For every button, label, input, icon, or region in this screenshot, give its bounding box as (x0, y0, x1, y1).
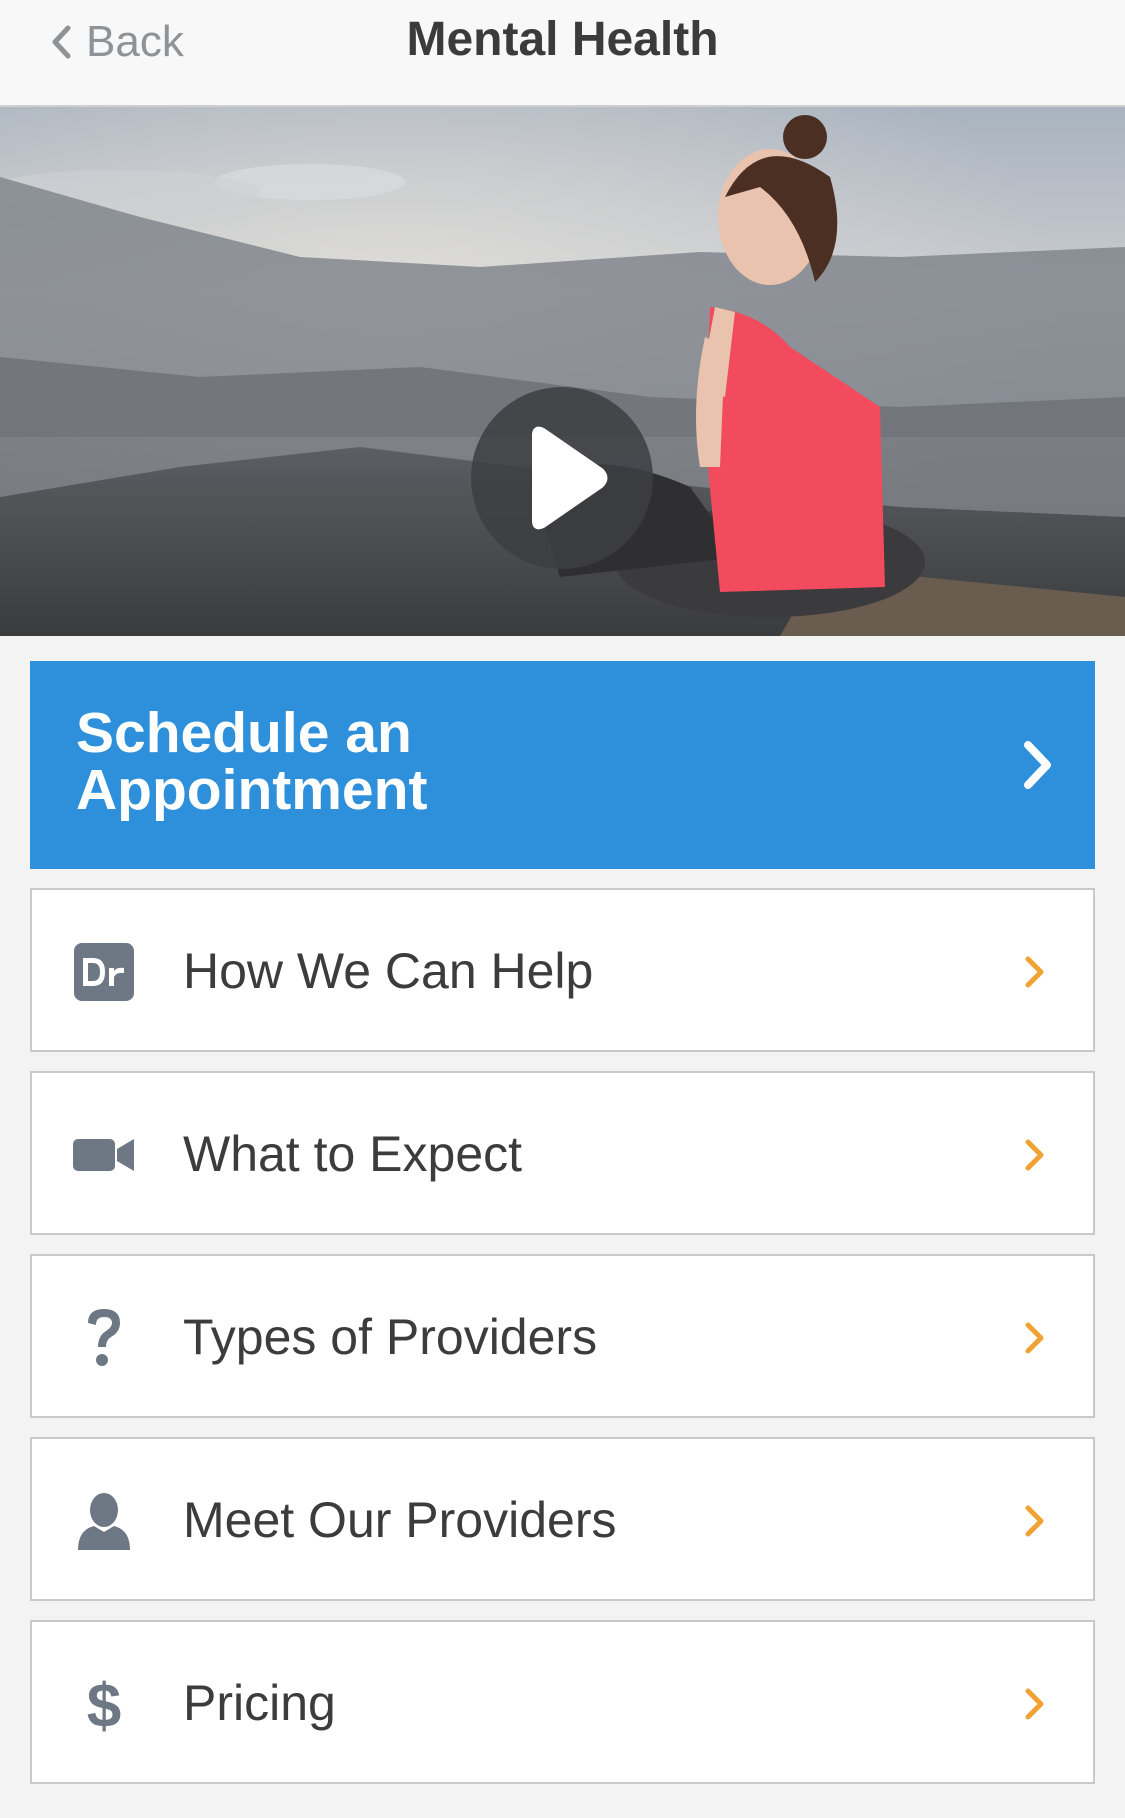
play-icon (532, 426, 608, 530)
chevron-right-icon (1025, 1322, 1044, 1354)
schedule-appointment-label: Schedule an Appointment (76, 701, 428, 822)
menu-item-label: What to Expect (183, 1126, 523, 1182)
chevron-right-icon (1024, 741, 1051, 789)
chevron-right-icon (1025, 1139, 1044, 1171)
dollar-icon: $ (72, 1672, 136, 1736)
chevron-right-icon (1025, 956, 1044, 988)
menu-item-how-we-can-help[interactable]: How We Can Help (30, 888, 1095, 1052)
chevron-right-icon (1025, 1688, 1044, 1720)
menu-item-types-of-providers[interactable]: Types of Providers (30, 1254, 1095, 1418)
schedule-appointment-button[interactable]: Schedule an Appointment (30, 661, 1095, 869)
menu-item-meet-our-providers[interactable]: Meet Our Providers (30, 1437, 1095, 1601)
dr-badge-icon (72, 940, 136, 1004)
menu-item-label: Types of Providers (183, 1309, 598, 1365)
menu-item-label: How We Can Help (183, 943, 594, 999)
video-camera-icon (72, 1123, 136, 1187)
navigation-bar: Back Mental Health (0, 0, 1125, 107)
svg-text:$: $ (87, 1672, 121, 1736)
person-icon (72, 1489, 136, 1553)
menu-item-label: Meet Our Providers (183, 1492, 617, 1548)
menu-item-what-to-expect[interactable]: What to Expect (30, 1071, 1095, 1235)
question-mark-icon (72, 1306, 136, 1370)
page-title: Mental Health (406, 13, 719, 66)
menu-item-label: Pricing (183, 1675, 336, 1731)
menu-item-pricing[interactable]: $ Pricing (30, 1620, 1095, 1784)
chevron-right-icon (1025, 1505, 1044, 1537)
play-video-button[interactable] (471, 387, 653, 569)
hero-video[interactable] (0, 107, 1125, 636)
